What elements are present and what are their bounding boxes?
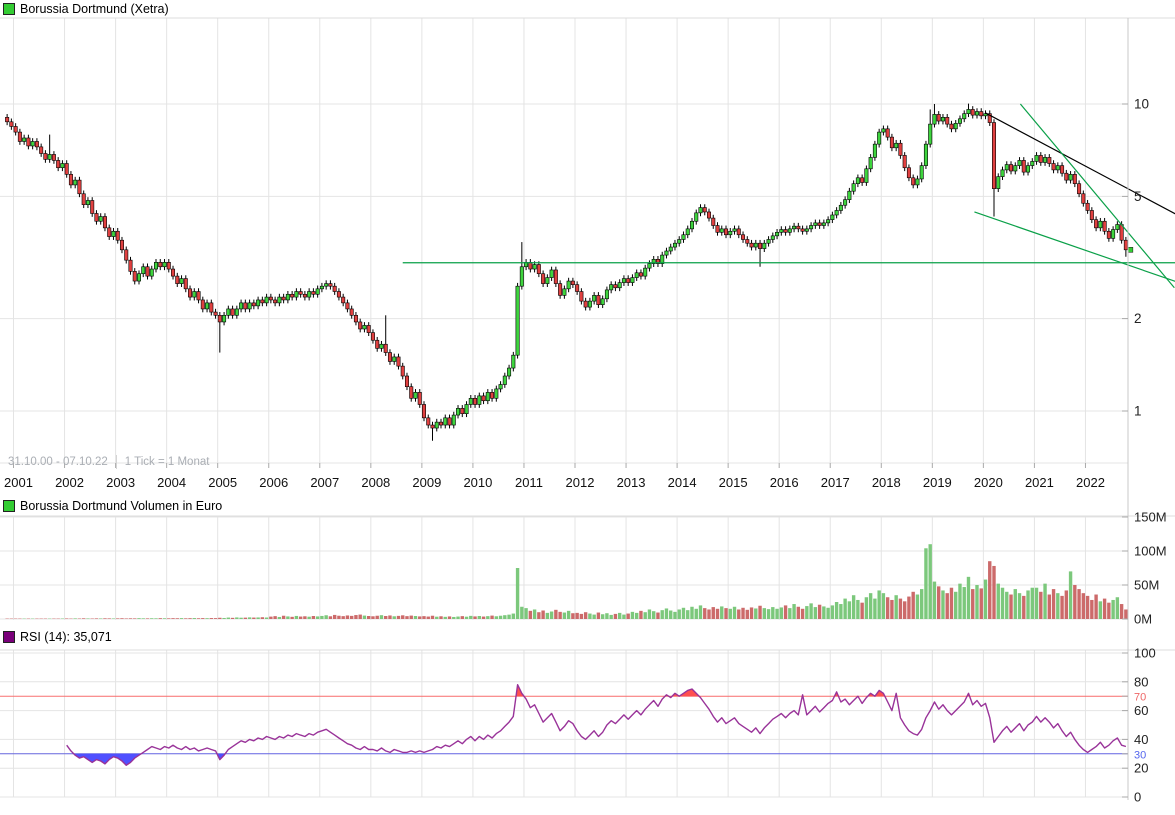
svg-text:80: 80 (1134, 674, 1148, 689)
svg-text:2004: 2004 (157, 475, 186, 490)
svg-text:2016: 2016 (770, 475, 799, 490)
svg-text:2015: 2015 (719, 475, 748, 490)
date-range-text: 31.10.00 - 07.10.22 (8, 456, 108, 468)
price-panel-title: Borussia Dortmund (Xetra) (20, 2, 169, 16)
info-divider (116, 455, 117, 469)
chart-range-info: 31.10.00 - 07.10.22 1 Tick = 1 Monat (8, 455, 209, 469)
svg-text:2019: 2019 (923, 475, 952, 490)
volume-panel-header: Borussia Dortmund Volumen in Euro (3, 499, 222, 513)
svg-text:100M: 100M (1134, 544, 1167, 559)
svg-text:5: 5 (1134, 189, 1142, 204)
svg-text:2010: 2010 (463, 475, 492, 490)
chart-application: Borussia Dortmund (Xetra) Borussia Dortm… (0, 0, 1175, 815)
svg-text:20: 20 (1134, 761, 1148, 776)
svg-text:2003: 2003 (106, 475, 135, 490)
svg-text:10: 10 (1134, 97, 1149, 112)
volume-panel-title: Borussia Dortmund Volumen in Euro (20, 499, 222, 513)
price-panel-header: Borussia Dortmund (Xetra) (3, 2, 169, 16)
price-series-legend-swatch (3, 3, 15, 15)
svg-text:2022: 2022 (1076, 475, 1105, 490)
volume-series-legend-swatch (3, 500, 15, 512)
svg-text:2008: 2008 (361, 475, 390, 490)
tick-interval-text: 1 Tick = 1 Monat (125, 456, 210, 468)
svg-text:2018: 2018 (872, 475, 901, 490)
svg-text:2020: 2020 (974, 475, 1003, 490)
svg-text:30: 30 (1134, 749, 1146, 761)
svg-text:2012: 2012 (566, 475, 595, 490)
svg-text:100: 100 (1134, 646, 1156, 661)
svg-text:2011: 2011 (515, 475, 543, 490)
svg-text:50M: 50M (1134, 578, 1159, 593)
svg-text:2009: 2009 (412, 475, 441, 490)
svg-text:60: 60 (1134, 703, 1148, 718)
svg-text:2021: 2021 (1025, 475, 1054, 490)
svg-text:2: 2 (1134, 311, 1142, 326)
svg-text:2017: 2017 (821, 475, 850, 490)
rsi-series-legend-swatch (3, 631, 15, 643)
svg-text:2013: 2013 (617, 475, 646, 490)
chart-canvas[interactable]: 10 5 2 1 150M 100M 50M 0M 100 80 7060 40 3020 0 2001 20… (0, 0, 1175, 815)
svg-text:70: 70 (1134, 692, 1146, 704)
svg-text:0M: 0M (1134, 612, 1152, 627)
rsi-panel-header: RSI (14): 35,071 (3, 630, 112, 644)
svg-text:2005: 2005 (208, 475, 237, 490)
svg-text:2007: 2007 (310, 475, 339, 490)
svg-text:2014: 2014 (668, 475, 697, 490)
rsi-panel-label: RSI (14): 35,071 (20, 630, 112, 644)
svg-text:2002: 2002 (55, 475, 84, 490)
svg-text:150M: 150M (1134, 510, 1167, 525)
svg-text:0: 0 (1134, 790, 1141, 805)
svg-text:1: 1 (1134, 404, 1142, 419)
svg-text:2001: 2001 (4, 475, 33, 490)
svg-text:2006: 2006 (259, 475, 288, 490)
svg-text:40: 40 (1134, 732, 1148, 747)
